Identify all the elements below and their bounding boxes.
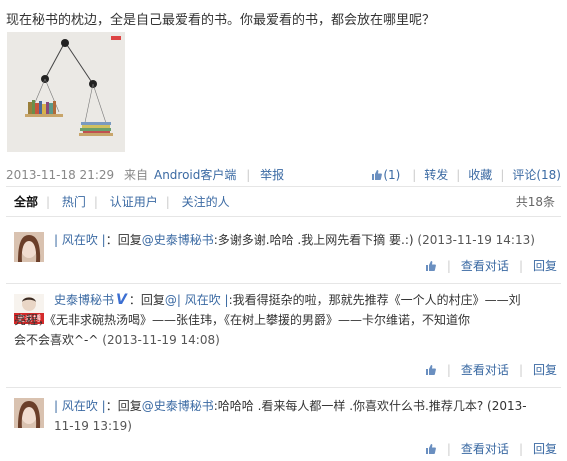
- user-avatar-image: [14, 398, 44, 428]
- thumbs-up-icon[interactable]: [425, 364, 437, 376]
- tab-following[interactable]: 关注的人: [182, 195, 230, 209]
- comment-text-line2: 11-19 13:19): [54, 419, 132, 433]
- thumbs-up-icon: [372, 170, 383, 180]
- report-link[interactable]: 举报: [260, 168, 284, 182]
- like-button[interactable]: (1): [371, 168, 404, 182]
- comment-actions: | 查看对话 | 回复: [425, 440, 557, 457]
- verified-badge-icon: V: [116, 292, 127, 308]
- mention-link[interactable]: @| 风在吹 |: [165, 293, 229, 307]
- mention-link[interactable]: @史泰博秘书: [142, 233, 214, 247]
- view-conversation-link[interactable]: 查看对话: [461, 363, 509, 377]
- comment-item: 史泰博 史泰博秘书 V ：回复@| 风在吹 |:我看得挺杂的啦，那就先推荐《一个人的…: [14, 290, 557, 385]
- post-time[interactable]: 2013-11-18 21:29: [6, 168, 114, 182]
- post-image[interactable]: [7, 32, 125, 152]
- bookshelf-photo: [7, 32, 125, 152]
- comment-filter-tabs: 全部 | 热门 | 认证用户 | 关注的人: [14, 195, 230, 209]
- reply-link[interactable]: 回复: [533, 363, 557, 377]
- repost-button[interactable]: 转发: [424, 168, 448, 182]
- view-conversation-link[interactable]: 查看对话: [461, 259, 509, 273]
- comment-actions: | 查看对话 | 回复: [425, 257, 557, 274]
- thumbs-up-icon[interactable]: [425, 260, 437, 272]
- reply-link[interactable]: 回复: [533, 259, 557, 273]
- like-count: (1): [383, 168, 401, 182]
- post-meta: 2013-11-18 21:29 来自 Android客户端 | 举报: [6, 166, 290, 183]
- commenter-name[interactable]: 史泰博秘书: [54, 293, 114, 307]
- comment-item: | 风在吹 |：回复@史泰博秘书:多谢多谢.哈哈 .我上网先看下摘 要.:) (…: [14, 226, 557, 278]
- reply-prefix: ：回复: [105, 399, 142, 413]
- comment-item: | 风在吹 |：回复@史泰博秘书:哈哈哈 .看来每人都一样 .你喜欢什么书.推荐…: [14, 394, 557, 460]
- commenter-name[interactable]: | 风在吹 |: [54, 233, 106, 247]
- avatar[interactable]: [14, 232, 44, 262]
- divider: |: [246, 168, 251, 182]
- reply-prefix: ：回复: [105, 233, 142, 247]
- reply-link[interactable]: 回复: [533, 442, 557, 456]
- post-actions: (1) | 转发 | 收藏 | 评论(18): [371, 166, 561, 183]
- comment-total: 共18条: [515, 195, 555, 209]
- comment-text: :多谢多谢.哈哈 .我上网先看下摘 要.:): [213, 233, 414, 247]
- tab-all[interactable]: 全部: [14, 195, 38, 209]
- avatar[interactable]: [14, 398, 44, 428]
- comment-text-line3: 会不会喜欢^-^: [14, 333, 99, 347]
- comment-text-line2: 亮程，《无非求碗热汤喝》——张佳玮，《在树上攀援的男爵》——卡尔维诺，不知道你: [14, 313, 471, 327]
- post-text: 现在秘书的枕边，全是自己最爱看的书。你最爱看的书，都会放在哪里呢？: [6, 13, 436, 28]
- comment-text-line1: :我看得挺杂的啦，那就先推荐《一个人的村庄》——刘: [228, 293, 521, 307]
- source-link[interactable]: Android客户端: [154, 168, 236, 182]
- source-prefix: 来自: [123, 168, 148, 182]
- divider: [6, 283, 561, 284]
- divider: [6, 186, 561, 187]
- commenter-name[interactable]: | 风在吹 |: [54, 399, 106, 413]
- comment-time: (2013-11-19 14:08): [102, 333, 220, 347]
- mention-link[interactable]: @史泰博秘书: [142, 399, 214, 413]
- user-avatar-image: [14, 232, 44, 262]
- comment-time: (2013-11-19 14:13): [417, 233, 535, 247]
- reply-prefix: ：回复: [128, 293, 165, 307]
- comment-button[interactable]: 评论(18): [512, 168, 561, 182]
- thumbs-up-icon[interactable]: [425, 443, 437, 455]
- tab-verified[interactable]: 认证用户: [110, 195, 158, 209]
- favorite-button[interactable]: 收藏: [468, 168, 492, 182]
- tab-hot[interactable]: 热门: [62, 195, 86, 209]
- comment-text-line1: :哈哈哈 .看来每人都一样 .你喜欢什么书.推荐几本? (2013-: [213, 399, 527, 413]
- comment-actions: | 查看对话 | 回复: [425, 361, 557, 378]
- divider: [6, 216, 561, 217]
- divider: [6, 387, 561, 388]
- view-conversation-link[interactable]: 查看对话: [461, 442, 509, 456]
